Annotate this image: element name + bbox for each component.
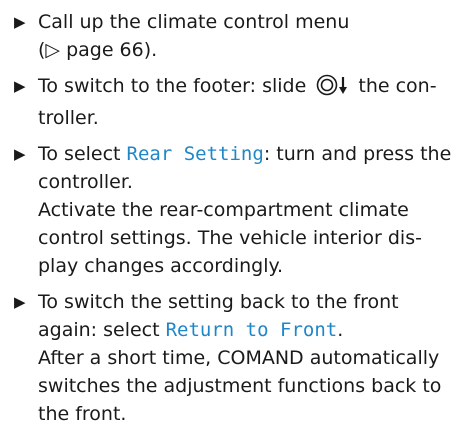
menu-item-return-to-front: Return to Front [165, 319, 338, 341]
step-text: . [337, 319, 344, 341]
controller-slide-down-icon [316, 74, 350, 104]
menu-item-rear-setting: Rear Setting [126, 143, 264, 165]
step-return-to-front: ▶ To switch the setting back to the fron… [14, 288, 458, 428]
step-call-up-climate-menu: ▶ Call up the climate control menu (▷ pa… [14, 8, 458, 64]
step-select-rear-setting: ▶ To select Rear Setting: turn and press… [14, 140, 458, 280]
instruction-page: ▶ Call up the climate control menu (▷ pa… [0, 0, 470, 425]
step-result-note: After a short time, COMAND automatically… [38, 347, 442, 425]
page-reference: (▷ page 66). [38, 39, 158, 61]
step-text: To select [38, 143, 121, 165]
step-text: Call up the climate control menu [38, 11, 350, 33]
step-result-note: Activate the rear-compartment climate co… [38, 199, 422, 277]
bullet-icon: ▶ [14, 77, 26, 95]
bullet-icon: ▶ [14, 293, 26, 311]
bullet-icon: ▶ [14, 13, 26, 31]
step-text: To switch to the footer: slide [38, 75, 307, 97]
bullet-icon: ▶ [14, 145, 26, 163]
step-switch-to-footer: ▶ To switch to the footer: slide the con… [14, 72, 458, 132]
